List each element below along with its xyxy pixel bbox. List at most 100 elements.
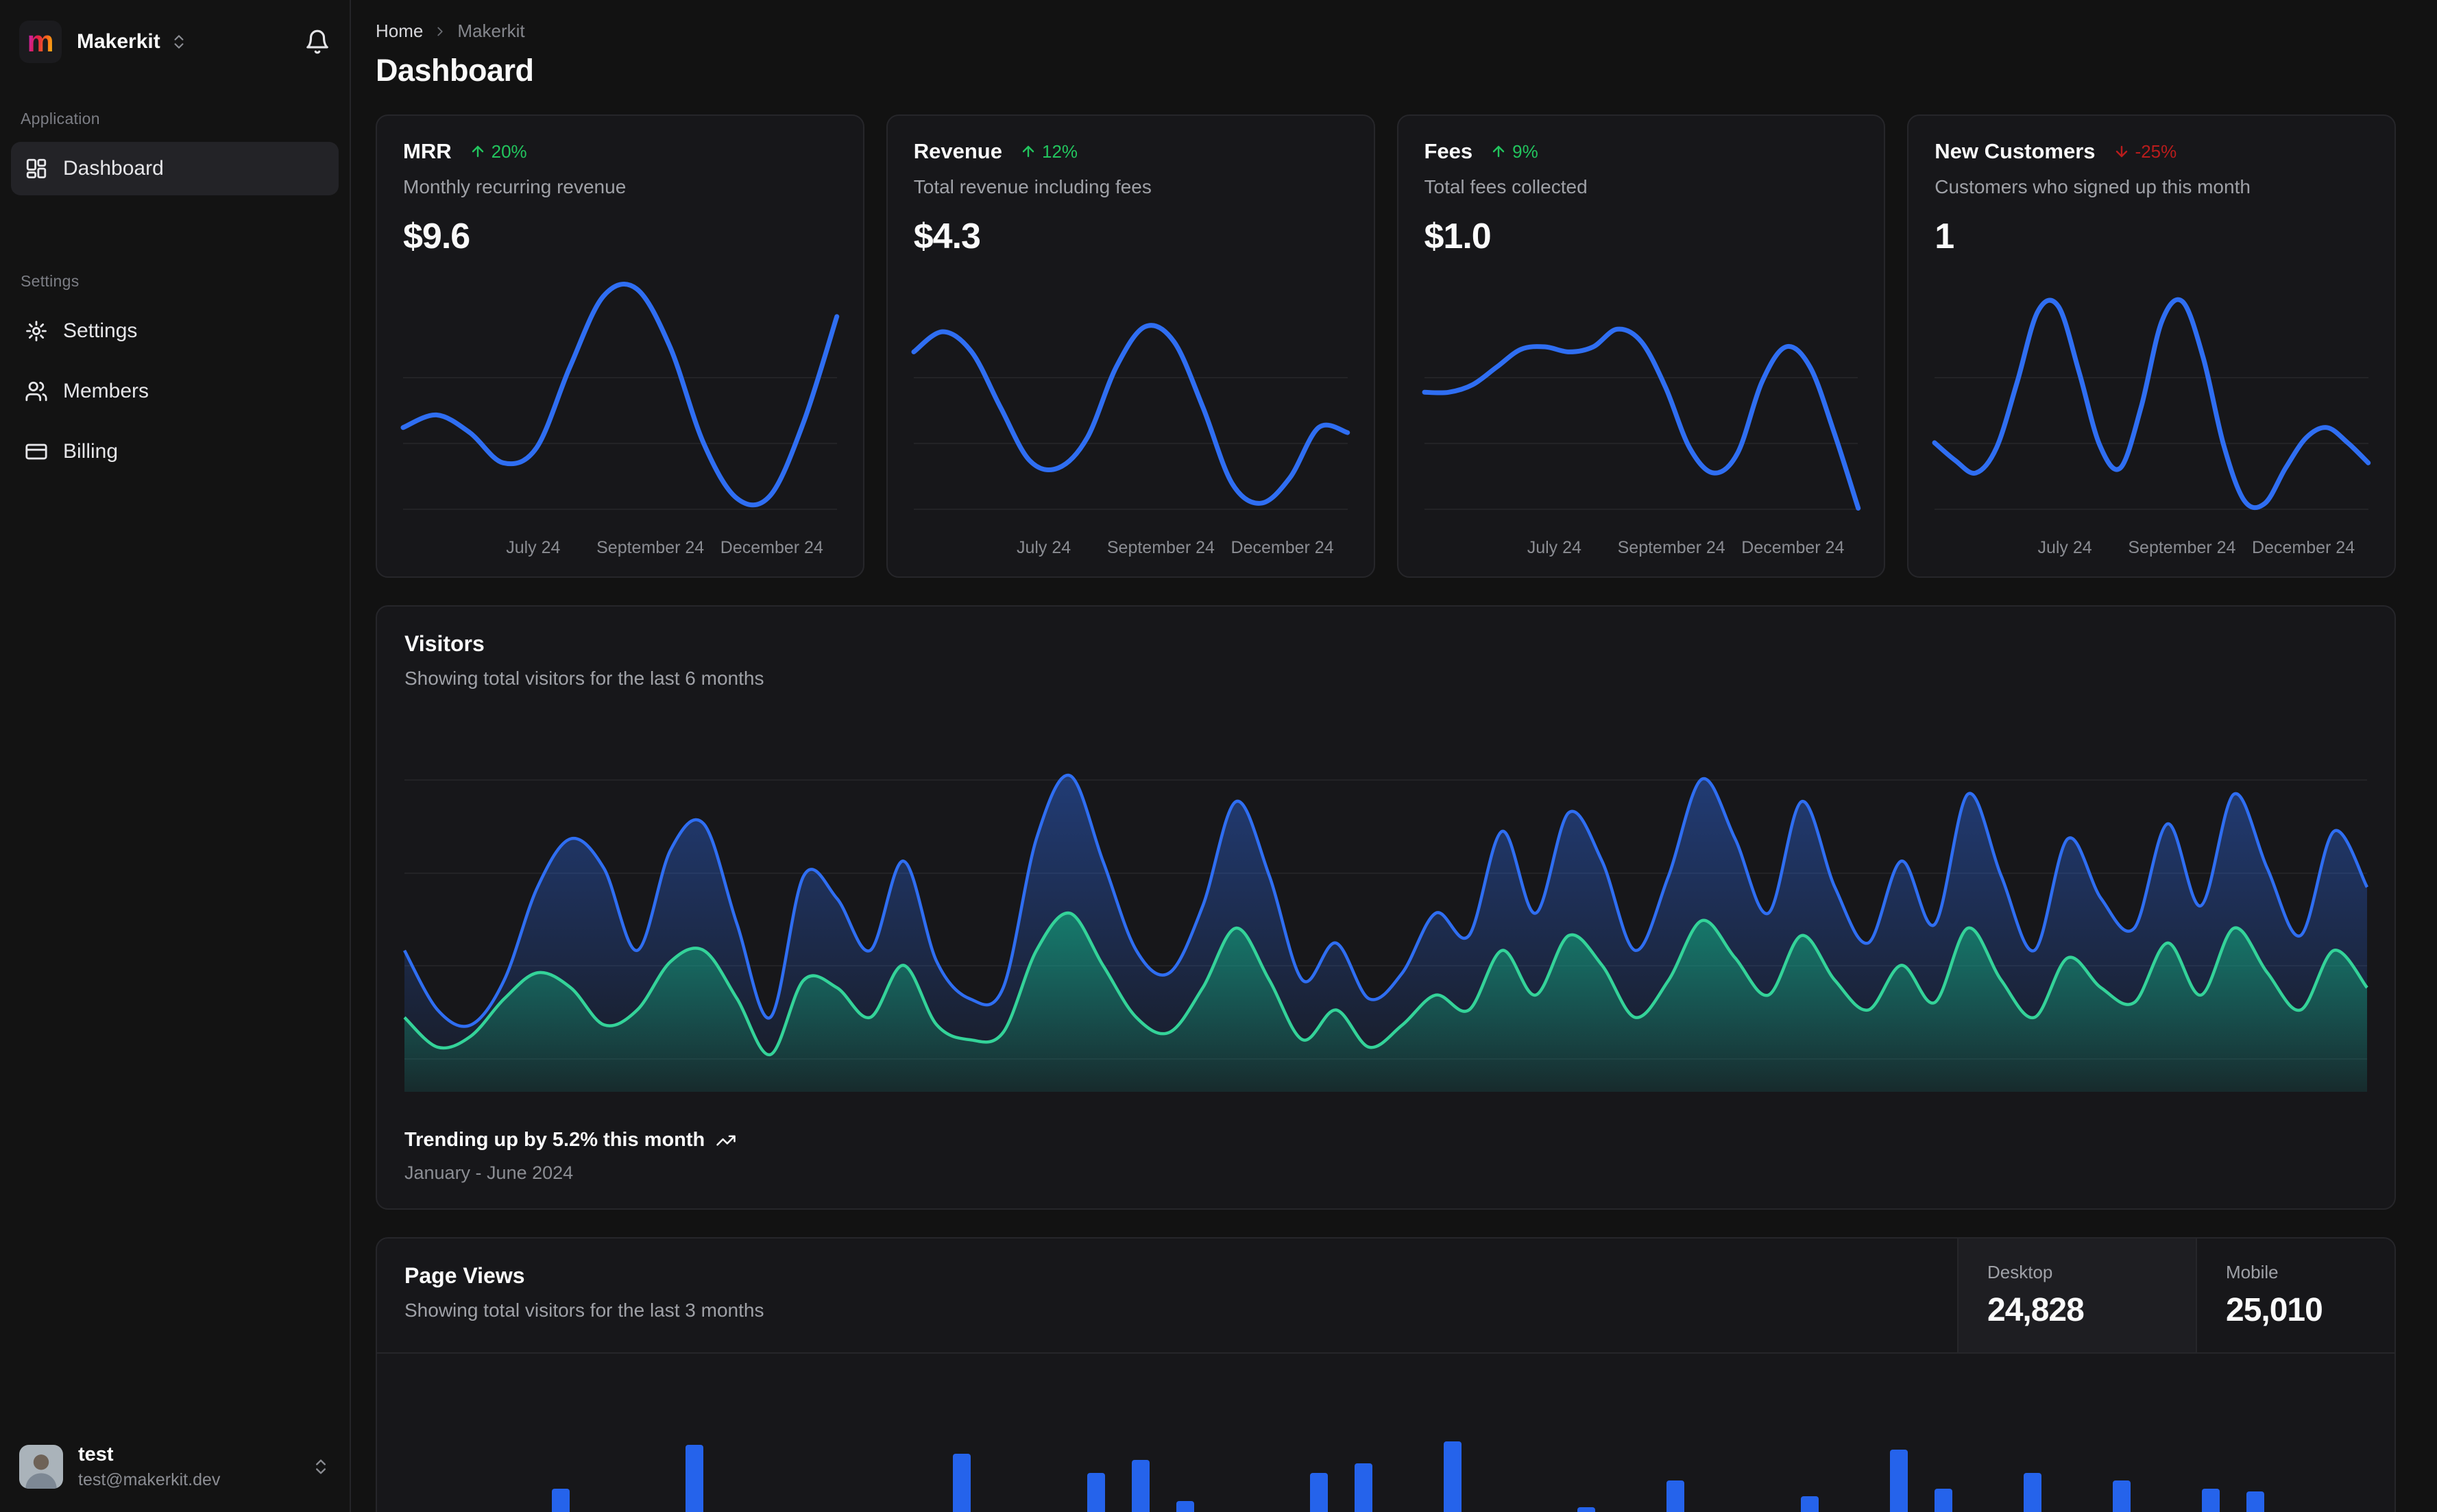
bar (2113, 1480, 2131, 1512)
page-views-bar-chart (404, 1354, 2367, 1512)
sidebar-item-label: Settings (63, 319, 138, 342)
arrow-up-icon (1022, 145, 1034, 158)
stat-value: 1 (1935, 217, 1954, 256)
main-content: Home Makerkit Dashboard MRR 20% Monthly … (352, 0, 2437, 1512)
x-axis-label: September 24 (2128, 538, 2236, 557)
mobile-count: 25,010 (2226, 1292, 2323, 1328)
toggle-desktop[interactable]: Desktop 24,828 (1957, 1239, 2196, 1352)
user-name: test (78, 1443, 114, 1465)
arrow-up-icon (1492, 145, 1505, 158)
bar (2202, 1489, 2220, 1512)
bar (1131, 1460, 1150, 1512)
x-axis-label: July 24 (1016, 538, 1071, 557)
sidebar-item-label: Dashboard (63, 157, 164, 180)
stat-change-badge: -25% (2113, 141, 2177, 162)
x-axis-label: September 24 (1617, 538, 1725, 557)
x-axis-label: September 24 (596, 538, 705, 557)
visitors-title: Visitors (404, 631, 485, 656)
sidebar-item-label: Billing (63, 440, 119, 463)
visitors-subtitle: Showing total visitors for the last 6 mo… (404, 668, 764, 689)
visitors-period: January - June 2024 (404, 1162, 574, 1183)
chevrons-up-down-icon[interactable] (170, 33, 188, 51)
team-selector[interactable]: m Makerkit (11, 18, 339, 66)
stat-description: Total fees collected (1424, 176, 1588, 197)
dashboard-icon (25, 157, 48, 180)
bar (1354, 1463, 1372, 1512)
sidebar-item-label: Members (63, 380, 149, 402)
bar (551, 1489, 570, 1512)
toggle-mobile[interactable]: Mobile 25,010 (2196, 1239, 2394, 1352)
desktop-count: 24,828 (1987, 1292, 2085, 1328)
breadcrumb: Home Makerkit (376, 21, 2396, 42)
stat-change-badge: 9% (1490, 141, 1538, 162)
x-axis-label: July 24 (1527, 538, 1581, 557)
page-views-subtitle: Showing total visitors for the last 3 mo… (404, 1300, 764, 1321)
credit-card-icon (25, 440, 48, 463)
x-axis-label: September 24 (1106, 538, 1215, 557)
x-axis-label: July 24 (2037, 538, 2092, 557)
bar (1934, 1489, 1952, 1512)
user-menu[interactable]: test test@makerkit.dev (11, 1438, 339, 1496)
bar (1309, 1473, 1328, 1512)
bar (1087, 1473, 1105, 1512)
makerkit-logo: m (19, 21, 62, 63)
visitors-trend-text: Trending up by 5.2% this month (404, 1129, 705, 1151)
arrow-up-icon (472, 145, 483, 158)
gear-icon (25, 319, 48, 343)
stat-card-row: MRR 20% Monthly recurring revenue $9.6 J… (376, 114, 2396, 578)
stat-description: Monthly recurring revenue (403, 176, 627, 197)
stat-card-mrr: MRR 20% Monthly recurring revenue $9.6 J… (376, 114, 864, 578)
sidebar-item-dashboard[interactable]: Dashboard (11, 142, 339, 195)
x-axis-label: December 24 (1230, 538, 1334, 557)
sidebar-item-billing[interactable]: Billing (11, 425, 339, 478)
sidebar-item-settings[interactable]: Settings (11, 304, 339, 358)
chevron-right-icon (433, 24, 448, 39)
avatar (19, 1445, 63, 1489)
users-icon (25, 380, 48, 403)
x-axis-label: December 24 (720, 538, 823, 557)
stat-change-badge: 20% (470, 141, 527, 162)
page-views-title: Page Views (404, 1263, 525, 1288)
bar (1800, 1496, 1819, 1512)
stat-card-new-customers: New Customers -25% Customers who signed … (1907, 114, 2396, 578)
bar (953, 1454, 971, 1512)
x-axis-label: December 24 (2252, 538, 2355, 557)
bar (1577, 1507, 1596, 1512)
bar (2246, 1491, 2265, 1512)
nav-section-application: Application (21, 110, 100, 127)
stat-value: $9.6 (403, 217, 470, 256)
notifications-bell-icon[interactable] (304, 29, 330, 55)
bar (1666, 1480, 1685, 1512)
sparkline-chart (1935, 276, 2368, 528)
stat-change-badge: 12% (1020, 141, 1078, 162)
sparkline-chart (914, 276, 1348, 528)
user-email: test@makerkit.dev (78, 1470, 221, 1489)
breadcrumb-home-link[interactable]: Home (376, 21, 423, 42)
stat-title: MRR (403, 139, 452, 163)
visitors-area-chart (404, 720, 2367, 1092)
page-views-card: Page Views Showing total visitors for th… (376, 1237, 2396, 1512)
stat-card-revenue: Revenue 12% Total revenue including fees… (886, 114, 1375, 578)
visitors-card: Visitors Showing total visitors for the … (376, 605, 2396, 1210)
stat-description: Customers who signed up this month (1935, 176, 2251, 197)
sidebar-item-members[interactable]: Members (11, 365, 339, 418)
stat-title: New Customers (1935, 139, 2096, 163)
stat-card-fees: Fees 9% Total fees collected $1.0 July 2… (1396, 114, 1886, 578)
breadcrumb-current: Makerkit (457, 21, 525, 41)
stat-title: Revenue (913, 139, 1002, 163)
page-title: Dashboard (376, 53, 534, 88)
chevrons-up-down-icon[interactable] (311, 1457, 330, 1476)
sparkline-chart (403, 276, 837, 528)
bar (2023, 1473, 2041, 1512)
stat-title: Fees (1424, 139, 1473, 163)
stat-value: $1.0 (1424, 217, 1492, 256)
stat-description: Total revenue including fees (913, 176, 1152, 197)
x-axis-label: July 24 (506, 538, 561, 557)
team-name[interactable]: Makerkit (77, 30, 160, 53)
bar (1444, 1441, 1462, 1512)
bar (685, 1445, 703, 1512)
stat-value: $4.3 (913, 217, 981, 256)
x-axis-label: December 24 (1741, 538, 1845, 557)
arrow-down-icon (2115, 145, 2127, 158)
sparkline-chart (1424, 276, 1858, 528)
